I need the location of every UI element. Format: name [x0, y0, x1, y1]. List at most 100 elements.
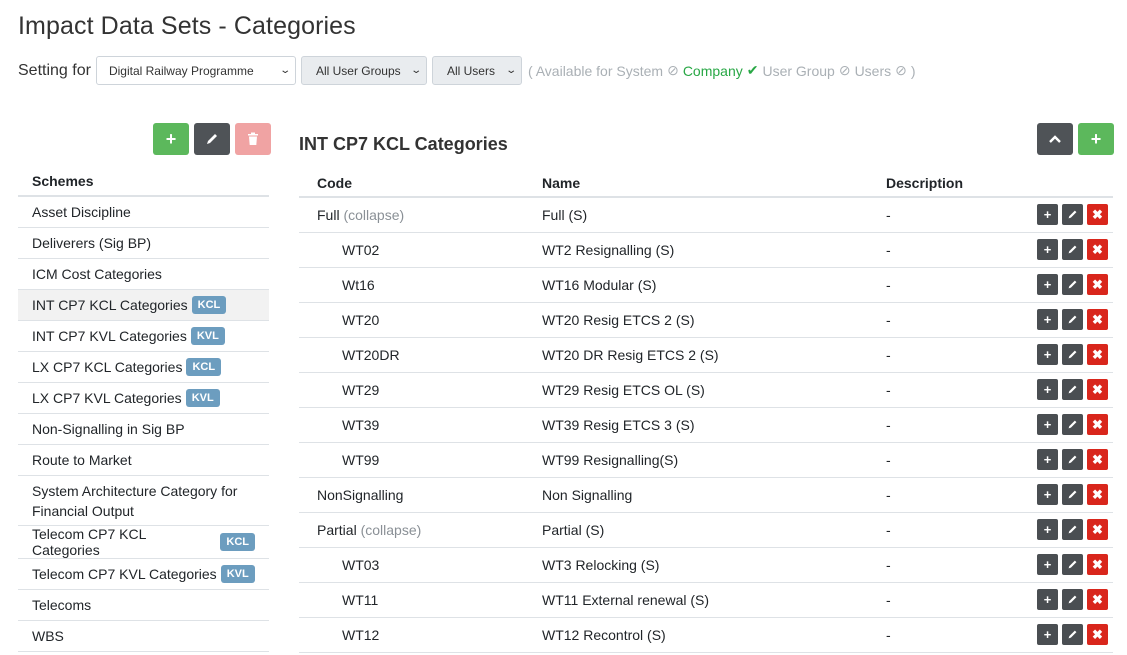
edit-scheme-button[interactable] [194, 123, 230, 155]
delete-scheme-button[interactable] [235, 123, 271, 155]
scheme-item-label: INT CP7 KVL Categories [32, 328, 187, 344]
edit-row-button[interactable] [1062, 484, 1083, 505]
row-actions: + ✖ [1018, 512, 1113, 548]
scheme-item[interactable]: WBS [18, 621, 269, 652]
category-name: WT12 Recontrol (S) [524, 617, 868, 653]
edit-row-button[interactable] [1062, 274, 1083, 295]
scheme-item[interactable]: INT CP7 KVL Categories KVL [18, 321, 269, 352]
add-child-button[interactable]: + [1037, 484, 1058, 505]
delete-row-button[interactable]: ✖ [1087, 484, 1108, 505]
plus-icon: + [1043, 487, 1052, 502]
row-actions: + ✖ [1018, 617, 1113, 653]
add-child-button[interactable]: + [1037, 274, 1058, 295]
edit-row-button[interactable] [1062, 379, 1083, 400]
add-child-button[interactable]: + [1037, 589, 1058, 610]
edit-row-button[interactable] [1062, 624, 1083, 645]
delete-row-button[interactable]: ✖ [1087, 519, 1108, 540]
add-child-button[interactable]: + [1037, 449, 1058, 470]
delete-row-button[interactable]: ✖ [1087, 379, 1108, 400]
users-select[interactable]: All Users ⌄ [431, 56, 522, 85]
scheme-item[interactable]: Deliverers (Sig BP) [18, 228, 269, 259]
scheme-item[interactable]: Telecom CP7 KCL Categories KCL [18, 526, 269, 559]
company-select[interactable]: Digital Railway Programme ⌄ [95, 56, 296, 85]
delete-row-button[interactable]: ✖ [1087, 624, 1108, 645]
edit-row-button[interactable] [1062, 554, 1083, 575]
scheme-badge: KVL [185, 389, 220, 407]
scheme-item[interactable]: Telecom CP7 KVL Categories KVL [18, 559, 269, 590]
categories-table: Code Name Description Full (collapse) Ful… [299, 169, 1113, 653]
category-name: Full (S) [524, 197, 868, 233]
table-row: WT20DR WT20 DR Resig ETCS 2 (S) - + ✖ [299, 337, 1113, 373]
category-description: - [868, 372, 1018, 408]
category-name: Non Signalling [524, 477, 868, 513]
scheme-badge: KCL [186, 358, 222, 376]
edit-row-button[interactable] [1062, 589, 1083, 610]
close-icon: ✖ [1092, 486, 1103, 502]
edit-row-button[interactable] [1062, 239, 1083, 260]
scheme-item[interactable]: Asset Discipline [18, 197, 269, 228]
category-code: WT20DR [342, 346, 400, 363]
column-header-name: Name [524, 169, 868, 198]
add-child-button[interactable]: + [1037, 239, 1058, 260]
add-category-button[interactable]: + [1078, 123, 1114, 155]
scheme-item[interactable]: System Architecture Category for Financi… [18, 476, 269, 526]
delete-row-button[interactable]: ✖ [1087, 589, 1108, 610]
close-icon: ✖ [1092, 626, 1103, 642]
scheme-item[interactable]: LX CP7 KVL Categories KVL [18, 383, 269, 414]
category-code-cell: Full (collapse) [299, 197, 524, 233]
chevron-up-icon [1049, 135, 1061, 143]
category-code-cell: Partial (collapse) [299, 512, 524, 548]
close-icon: ✖ [1092, 591, 1103, 607]
delete-row-button[interactable]: ✖ [1087, 554, 1108, 575]
add-scheme-button[interactable]: + [153, 123, 189, 155]
category-code: WT12 [342, 626, 380, 643]
scheme-item[interactable]: Telecoms [18, 590, 269, 621]
scheme-item[interactable]: LX CP7 KCL Categories KCL [18, 352, 269, 383]
edit-row-button[interactable] [1062, 204, 1083, 226]
delete-row-button[interactable]: ✖ [1087, 204, 1108, 226]
scheme-item-label: Deliverers (Sig BP) [32, 235, 152, 251]
delete-row-button[interactable]: ✖ [1087, 274, 1108, 295]
scheme-item[interactable]: Non-Signalling in Sig BP [18, 414, 269, 445]
add-child-button[interactable]: + [1037, 204, 1058, 226]
delete-row-button[interactable]: ✖ [1087, 309, 1108, 330]
edit-row-button[interactable] [1062, 519, 1083, 540]
edit-row-button[interactable] [1062, 449, 1083, 470]
pencil-icon [207, 134, 217, 144]
add-child-button[interactable]: + [1037, 414, 1058, 435]
scheme-item[interactable]: ICM Cost Categories [18, 259, 269, 290]
row-action-group: + ✖ [1036, 309, 1108, 330]
collapse-link[interactable]: (collapse) [343, 207, 404, 223]
add-child-button[interactable]: + [1037, 344, 1058, 365]
category-description: - [868, 582, 1018, 618]
setting-label: Setting for [18, 61, 91, 79]
plus-icon: + [1043, 382, 1052, 397]
user-groups-select[interactable]: All User Groups ⌄ [300, 56, 427, 85]
schemes-toolbar: + [153, 123, 271, 155]
category-code: WT20 [342, 311, 380, 328]
add-child-button[interactable]: + [1037, 519, 1058, 540]
delete-row-button[interactable]: ✖ [1087, 414, 1108, 435]
delete-row-button[interactable]: ✖ [1087, 239, 1108, 260]
scheme-item-label: System Architecture Category for Financi… [32, 482, 238, 519]
edit-row-button[interactable] [1062, 344, 1083, 365]
add-child-button[interactable]: + [1037, 309, 1058, 330]
collapse-all-button[interactable] [1037, 123, 1073, 155]
pencil-icon [1068, 560, 1077, 569]
delete-row-button[interactable]: ✖ [1087, 344, 1108, 365]
scheme-item[interactable]: Route to Market [18, 445, 269, 476]
close-icon: ✖ [1092, 556, 1103, 572]
category-code: Partial [317, 521, 357, 538]
row-action-group: + ✖ [1036, 449, 1108, 470]
scheme-item[interactable]: INT CP7 KCL Categories KCL [18, 290, 269, 321]
category-description: - [868, 302, 1018, 338]
availability-suffix: ) [910, 62, 916, 79]
delete-row-button[interactable]: ✖ [1087, 449, 1108, 470]
add-child-button[interactable]: + [1037, 624, 1058, 645]
add-child-button[interactable]: + [1037, 379, 1058, 400]
collapse-link[interactable]: (collapse) [361, 522, 422, 538]
edit-row-button[interactable] [1062, 414, 1083, 435]
edit-row-button[interactable] [1062, 309, 1083, 330]
add-child-button[interactable]: + [1037, 554, 1058, 575]
plus-icon: + [1043, 592, 1052, 607]
